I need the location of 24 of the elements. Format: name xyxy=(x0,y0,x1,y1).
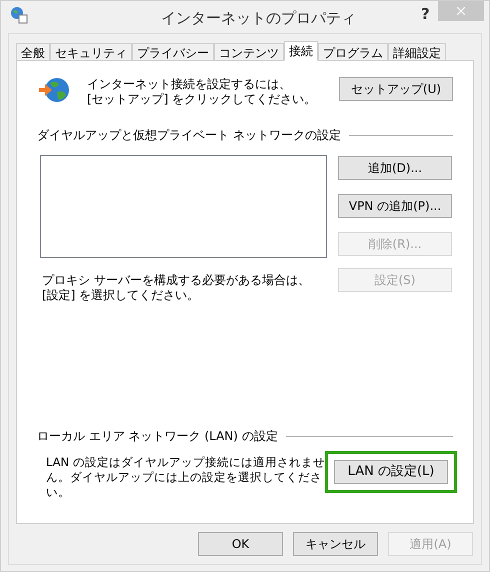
section-heading: ダイヤルアップと仮想プライベート ネットワークの設定 xyxy=(37,127,341,144)
tab[interactable]: 接続 xyxy=(284,41,318,61)
tab[interactable]: 全般 xyxy=(16,43,50,61)
tab[interactable]: セキュリティ xyxy=(50,43,132,61)
dialog-button[interactable]: VPN の追加(P)... xyxy=(338,194,452,218)
window-title: インターネットのプロパティ xyxy=(161,8,356,29)
section-heading: ローカル エリア ネットワーク (LAN) の設定 xyxy=(37,428,278,445)
connection-list[interactable] xyxy=(40,155,327,258)
tab[interactable]: 詳細設定 xyxy=(388,43,446,61)
setup-instructions: インターネット接続を設定するには、 [セットアップ] をクリックしてください。 xyxy=(87,77,318,107)
dialog-button[interactable]: LAN の設定(L) xyxy=(334,460,448,484)
dialog-button[interactable]: セットアップ(U) xyxy=(339,77,453,101)
tab[interactable]: コンテンツ xyxy=(214,43,284,61)
dialog-button[interactable]: キャンセル xyxy=(293,532,378,556)
dialog-button[interactable]: 追加(D)... xyxy=(338,156,452,180)
help-button[interactable]: ? xyxy=(421,3,430,26)
close-icon xyxy=(454,4,468,18)
proxy-instructions: プロキシ サーバーを構成する必要がある場合は、 [設定] を選択してください。 xyxy=(42,273,310,303)
lan-note: LAN の設定はダイヤルアップ接続には適用されません。ダイヤルアップには上の設定を選択してください。 xyxy=(46,455,325,500)
tab[interactable]: プライバシー xyxy=(132,43,214,61)
tab[interactable]: プログラム xyxy=(318,43,388,61)
app-icon xyxy=(10,6,28,24)
globe-arrow-icon xyxy=(37,75,71,105)
dialog-button[interactable]: OK xyxy=(198,532,283,556)
